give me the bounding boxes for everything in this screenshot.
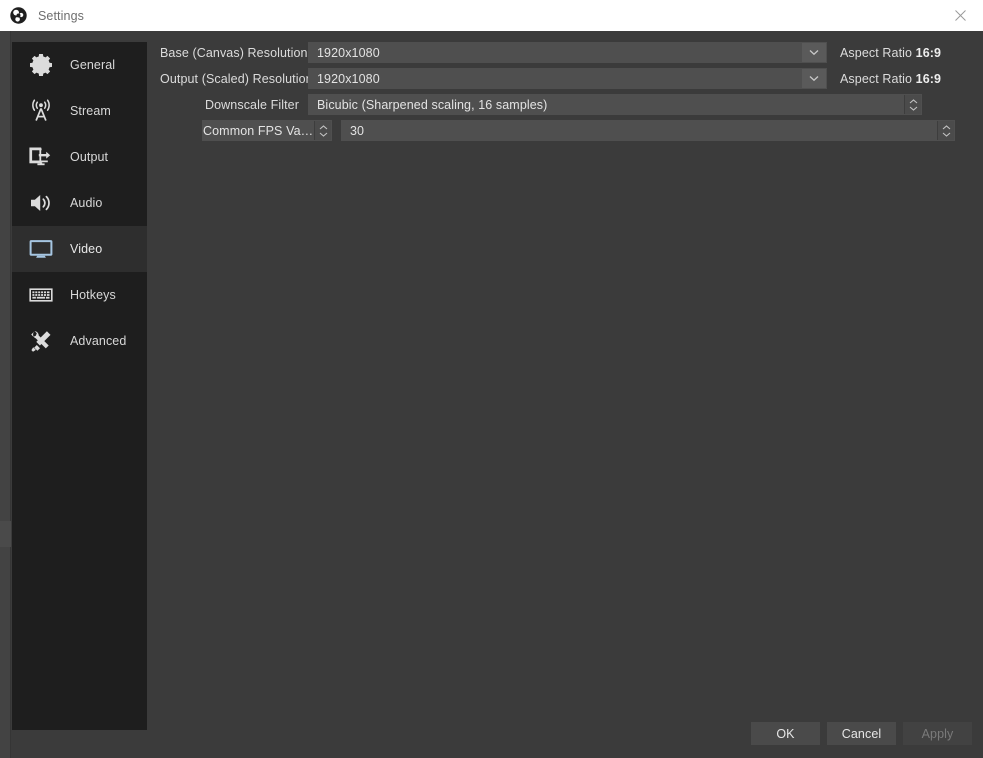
row-base-resolution: Base (Canvas) Resolution 1920x1080 Aspec…	[160, 42, 972, 63]
sidebar-item-label: Advanced	[70, 334, 127, 348]
sidebar-item-label: Stream	[70, 104, 111, 118]
spinner-arrows-icon[interactable]	[937, 121, 954, 140]
window-title: Settings	[38, 8, 84, 23]
sidebar-item-label: Hotkeys	[70, 288, 116, 302]
sidebar-item-stream[interactable]: Stream	[12, 88, 147, 134]
output-aspect-ratio: Aspect Ratio 16:9	[840, 72, 941, 86]
base-aspect-value: 16:9	[915, 45, 942, 60]
row-output-resolution: Output (Scaled) Resolution 1920x1080 Asp…	[160, 68, 972, 89]
output-monitor-icon	[26, 142, 56, 172]
sidebar-item-hotkeys[interactable]: Hotkeys	[12, 272, 147, 318]
base-resolution-combobox[interactable]: 1920x1080	[308, 42, 827, 63]
ok-button[interactable]: OK	[751, 722, 820, 745]
keyboard-icon	[26, 280, 56, 310]
output-resolution-label: Output (Scaled) Resolution	[160, 71, 313, 86]
chevron-down-icon[interactable]	[802, 43, 826, 62]
downscale-filter-value: Bicubic (Sharpened scaling, 16 samples)	[317, 97, 548, 112]
output-resolution-combobox[interactable]: 1920x1080	[308, 68, 827, 89]
gear-icon	[26, 50, 56, 80]
tools-icon	[26, 326, 56, 356]
left-scrollbar[interactable]	[0, 31, 11, 758]
row-downscale-filter: Downscale Filter Bicubic (Sharpened scal…	[160, 94, 972, 115]
obs-logo-icon	[10, 7, 27, 24]
apply-button: Apply	[903, 722, 972, 745]
sidebar-item-label: Video	[70, 242, 103, 256]
cancel-button[interactable]: Cancel	[827, 722, 896, 745]
output-aspect-prefix: Aspect Ratio	[840, 71, 913, 86]
sidebar-item-audio[interactable]: Audio	[12, 180, 147, 226]
fps-value-combobox[interactable]: 30	[341, 120, 955, 141]
spinner-arrows-icon[interactable]	[314, 121, 331, 140]
sidebar-item-label: General	[70, 58, 116, 72]
fps-mode-combobox[interactable]: Common FPS Values	[202, 120, 332, 141]
left-scrollbar-thumb[interactable]	[0, 521, 11, 547]
spinner-arrows-icon[interactable]	[904, 95, 921, 114]
base-aspect-ratio: Aspect Ratio 16:9	[840, 46, 941, 60]
sidebar-item-label: Output	[70, 150, 109, 164]
base-resolution-label: Base (Canvas) Resolution	[160, 45, 308, 60]
close-icon[interactable]	[937, 0, 983, 31]
dialog-button-bar: OK Cancel Apply	[751, 722, 972, 745]
monitor-icon	[26, 234, 56, 264]
output-resolution-value: 1920x1080	[317, 71, 380, 86]
sidebar-item-output[interactable]: Output	[12, 134, 147, 180]
downscale-filter-label: Downscale Filter	[205, 97, 299, 112]
sidebar-item-general[interactable]: General	[12, 42, 147, 88]
sidebar-item-label: Audio	[70, 196, 103, 210]
output-aspect-value: 16:9	[915, 71, 942, 86]
speaker-icon	[26, 188, 56, 218]
title-bar: Settings	[0, 0, 983, 31]
row-fps: Common FPS Values 30	[160, 120, 972, 141]
settings-sidebar: General Stream Output Audio Video Hotkey…	[12, 42, 147, 730]
downscale-filter-combobox[interactable]: Bicubic (Sharpened scaling, 16 samples)	[308, 94, 922, 115]
broadcast-icon	[26, 96, 56, 126]
settings-dialog: General Stream Output Audio Video Hotkey…	[0, 31, 983, 758]
sidebar-item-advanced[interactable]: Advanced	[12, 318, 147, 364]
fps-mode-value: Common FPS Values	[203, 123, 314, 138]
sidebar-item-video[interactable]: Video	[12, 226, 147, 272]
chevron-down-icon[interactable]	[802, 69, 826, 88]
base-resolution-value: 1920x1080	[317, 45, 380, 60]
base-aspect-prefix: Aspect Ratio	[840, 45, 913, 60]
fps-value: 30	[350, 123, 365, 138]
video-settings-form: Base (Canvas) Resolution 1920x1080 Aspec…	[160, 42, 972, 146]
